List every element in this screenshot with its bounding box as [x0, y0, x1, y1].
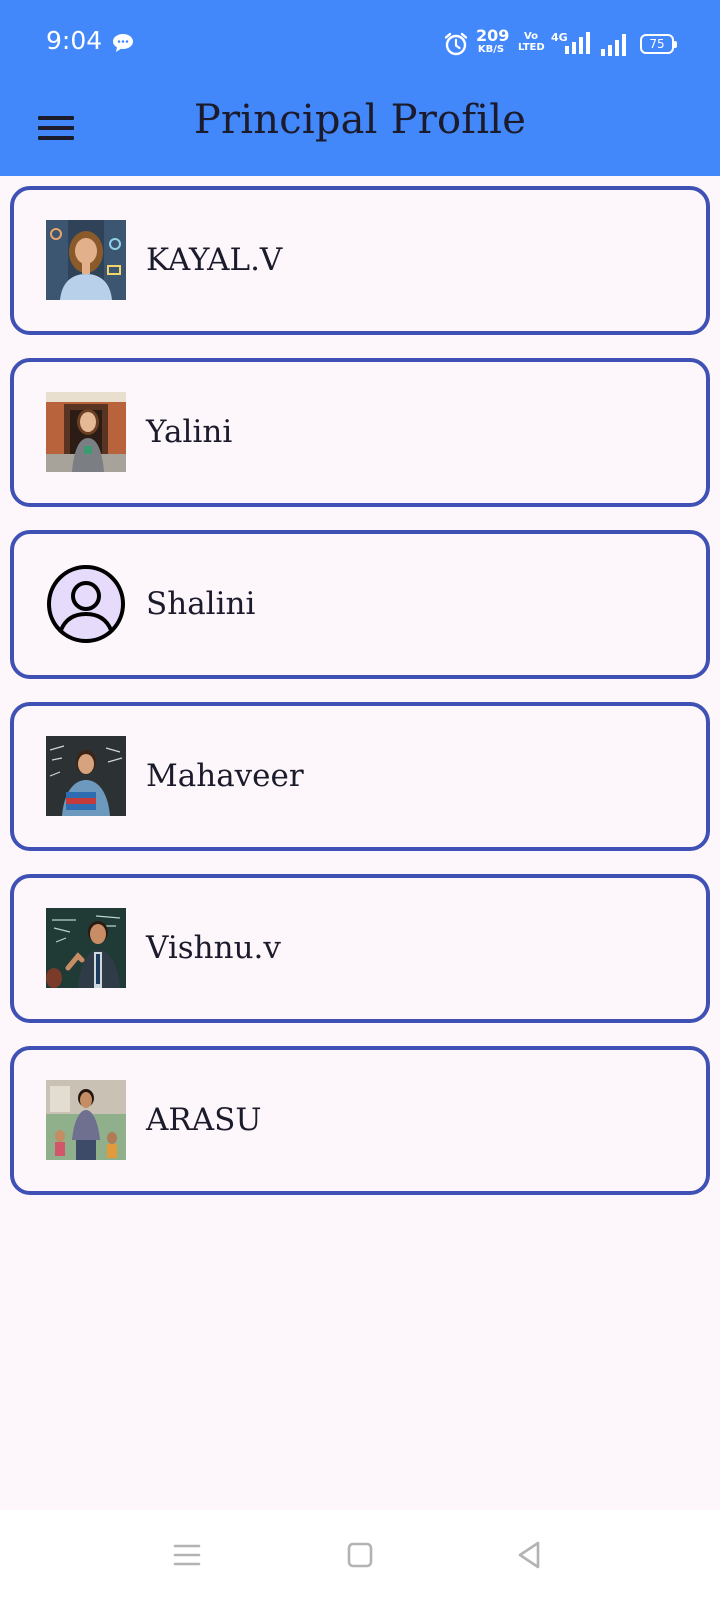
profile-card[interactable]: Yalini — [10, 358, 710, 507]
signal-4g-icon: 4G — [551, 30, 593, 56]
status-time: 9:04 — [46, 26, 103, 55]
profile-card[interactable]: Shalini — [10, 530, 710, 679]
profile-photo — [46, 392, 126, 472]
volte-line1: Vo — [523, 31, 539, 42]
profile-photo — [46, 220, 126, 300]
hamburger-menu-icon[interactable] — [36, 106, 76, 150]
network-speed-value: 209 — [476, 26, 510, 45]
profile-name: ARASU — [146, 1102, 262, 1138]
profile-photo — [46, 736, 126, 816]
network-speed: 209 KB/S — [476, 26, 510, 55]
profile-name: Vishnu.v — [146, 930, 281, 966]
profile-name: Mahaveer — [146, 758, 304, 794]
page-title-text: Principal Profile — [193, 97, 527, 143]
top-bar: 9:04 209 KB/S Vo LTED 4G 75 Principal Pr… — [0, 0, 720, 176]
home-icon[interactable] — [340, 1535, 380, 1575]
volte-line2: LTED — [518, 42, 545, 53]
profile-card[interactable]: Mahaveer — [10, 702, 710, 851]
signal-sim2-icon — [601, 32, 627, 56]
profile-card[interactable]: Vishnu.v — [10, 874, 710, 1023]
status-bar: 9:04 209 KB/S Vo LTED 4G 75 — [0, 0, 720, 88]
profile-card[interactable]: KAYAL.V — [10, 186, 710, 335]
profile-name: Shalini — [146, 586, 256, 622]
profile-card[interactable]: ARASU — [10, 1046, 710, 1195]
principal-profile-list: KAYAL.V Yalini Shalini Mahaveer Vishnu.v… — [10, 186, 710, 1218]
volte-indicator: Vo LTED — [518, 31, 545, 53]
profile-name: Yalini — [146, 414, 233, 450]
alarm-icon — [443, 31, 469, 57]
recent-apps-icon[interactable] — [167, 1535, 207, 1575]
message-notification-icon — [112, 33, 134, 53]
profile-name: KAYAL.V — [146, 242, 283, 278]
network-speed-unit: KB/S — [477, 44, 505, 55]
system-navigation-bar — [0, 1510, 720, 1600]
default-person-icon — [46, 564, 126, 644]
profile-photo — [46, 908, 126, 988]
app-bar: Principal Profile — [0, 88, 720, 176]
battery-indicator: 75 — [640, 34, 677, 54]
back-icon[interactable] — [510, 1535, 550, 1575]
network-type-label: 4G — [551, 31, 568, 44]
page-title: Principal Profile — [0, 88, 720, 152]
profile-photo — [46, 1080, 126, 1160]
